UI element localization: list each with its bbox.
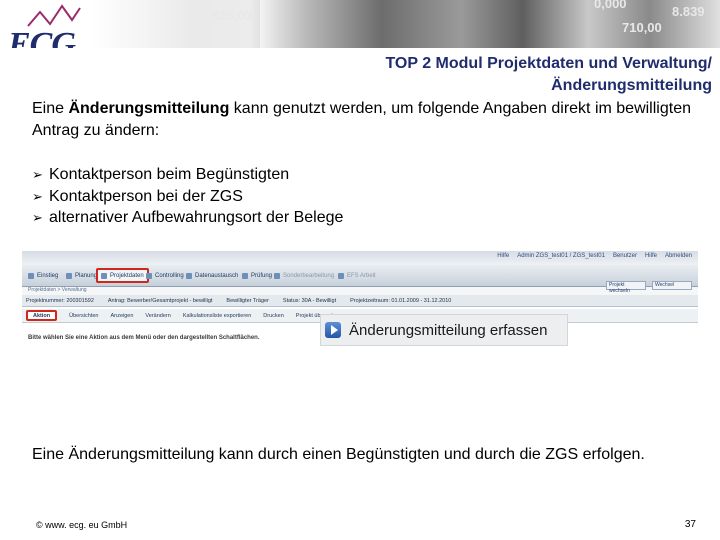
screenshot-hint: Bitte wählen Sie eine Aktion aus dem Men… <box>28 335 260 341</box>
tab-icon <box>101 272 107 279</box>
logo-text: ECG <box>8 26 76 48</box>
tab-projektdaten[interactable]: Projektdaten <box>96 268 149 283</box>
bullet-text: Kontaktperson bei der ZGS <box>49 187 243 205</box>
arrow-bullet-icon: ➢ <box>32 210 43 225</box>
slide-title-line: Änderungsmitteilung <box>551 77 712 94</box>
zoom-callout: Änderungsmitteilung erfassen <box>320 314 568 346</box>
screenshot-topbar: Hilfe Admin ZGS_test01 / ZGS_test01 Benu… <box>22 251 698 265</box>
screenshot-top-links: Hilfe Admin ZGS_test01 / ZGS_test01 Benu… <box>497 253 692 259</box>
screenshot-project-info: Projektnummer: 200301592 Antrag: Bewerbe… <box>22 295 698 307</box>
screenshot-breadcrumb: Projektdaten > Verwaltung <box>22 287 698 295</box>
tab-sonderbearbeitung[interactable]: Sonderbearbeitung <box>274 268 334 283</box>
tab-efs-arbeit[interactable]: EFS Arbeit <box>338 268 376 283</box>
project-switch-field[interactable]: Projekt wechseln <box>606 281 646 294</box>
tab-datenaustausch[interactable]: Datenaustausch <box>186 268 238 283</box>
info-status: Status: 30A - Bewilligt <box>282 298 337 304</box>
project-switch-button[interactable]: Wechsel <box>652 281 692 290</box>
list-item: ➢ Kontaktperson bei der ZGS <box>32 186 632 208</box>
page-number: 37 <box>684 519 696 530</box>
closing-paragraph: Eine Änderungsmitteilung kann durch eine… <box>32 446 645 463</box>
action-edit[interactable]: Verändern <box>145 313 170 319</box>
tab-pruefung[interactable]: Prüfung <box>242 268 272 283</box>
action-view[interactable]: Anzeigen <box>110 313 133 319</box>
action-print[interactable]: Drucken <box>263 313 283 319</box>
banner-number: 0,000 <box>594 0 627 11</box>
banner-number: 710,00 <box>622 20 662 35</box>
tab-label: Prüfung <box>251 272 273 279</box>
action-overview[interactable]: Übersichten <box>69 313 98 319</box>
info-application: Antrag: Bewerber/Gesamtprojekt - bewilli… <box>107 298 213 304</box>
tab-label: Projektdaten <box>110 272 144 279</box>
intro-bold: Änderungsmitteilung <box>68 100 230 117</box>
bullet-list: ➢ Kontaktperson beim Begünstigten ➢ Kontak… <box>32 164 632 229</box>
tab-icon <box>28 272 34 279</box>
tab-controlling[interactable]: Controlling <box>146 268 184 283</box>
banner-number: 8.839 <box>672 4 705 19</box>
link-help-2[interactable]: Hilfe <box>645 253 657 259</box>
banner-number: 825,00 <box>212 8 252 23</box>
link-user[interactable]: Admin ZGS_test01 / ZGS_test01 <box>517 253 605 259</box>
footer-copyright: © www. ecg. eu GmbH <box>36 520 128 530</box>
bullet-text: Kontaktperson beim Begünstigten <box>49 166 290 183</box>
tab-icon <box>338 272 344 279</box>
tab-icon <box>186 272 192 279</box>
info-period: Projektzeitraum: 01.01.2009 - 31.12.2010 <box>350 298 452 304</box>
slide-title: TOP 2 Modul Projektdaten und Verwaltung/… <box>292 53 712 97</box>
arrow-bullet-icon: ➢ <box>32 167 43 182</box>
intro-paragraph: Eine Änderungsmitteilung kann genutzt we… <box>32 98 702 142</box>
arrow-bullet-icon: ➢ <box>32 188 43 204</box>
tab-label: Planung <box>75 272 98 279</box>
play-arrow-icon[interactable] <box>325 322 341 338</box>
tab-einstieg[interactable]: Einstieg <box>28 268 58 283</box>
tab-icon <box>242 272 248 279</box>
action-export[interactable]: Kalkulationsliste exportieren <box>183 313 251 319</box>
screenshot-tabbar: Einstieg Planung Projektdaten Controllin… <box>22 265 698 287</box>
tab-label: Sonderbearbeitung <box>283 272 335 279</box>
tab-label: EFS Arbeit <box>347 272 376 279</box>
tab-icon <box>66 272 72 279</box>
link-user-settings[interactable]: Benutzer <box>613 253 637 259</box>
tab-label: Datenaustausch <box>195 272 239 279</box>
intro-prefix: Eine <box>32 100 69 117</box>
tab-label: Einstieg <box>37 272 59 279</box>
tab-planung[interactable]: Planung <box>66 268 97 283</box>
header-banner: 825,00 0,000 710,00 8.839 ECG <box>0 0 720 48</box>
slide-title-line: TOP 2 Modul Projektdaten und Verwaltung/ <box>385 55 712 72</box>
tab-icon <box>274 272 280 279</box>
link-logout[interactable]: Abmelden <box>665 253 692 259</box>
list-item: ➢ Kontaktperson beim Begünstigten <box>32 164 632 186</box>
tab-label: Controlling <box>155 272 184 279</box>
create-change-notice-button[interactable]: Änderungsmitteilung erfassen <box>349 322 547 339</box>
info-project-number: Projektnummer: 200301592 <box>26 298 94 304</box>
tab-icon <box>146 272 152 279</box>
action-menu-button[interactable]: Aktion <box>26 310 58 321</box>
link-help[interactable]: Hilfe <box>497 253 509 259</box>
screenshot-project-controls: Projekt wechseln Wechsel <box>606 281 692 294</box>
info-carrier: Bewilligter Träger <box>226 298 269 304</box>
list-item: ➢ alternativer Aufbewahrungsort der Beleg… <box>32 207 632 229</box>
bullet-text: alternativer Aufbewahrungsort der Belege <box>49 209 344 226</box>
